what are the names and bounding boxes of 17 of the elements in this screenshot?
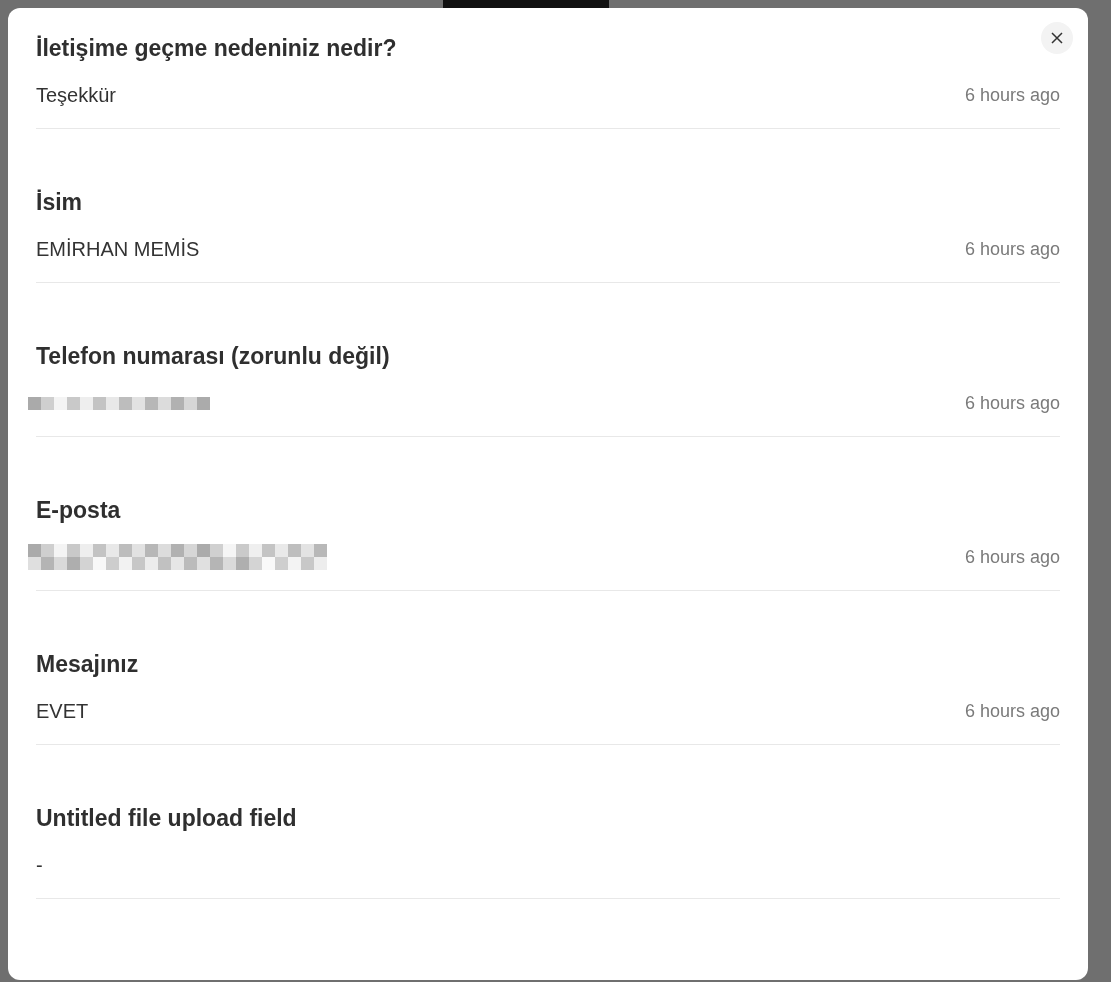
- field-label: Telefon numarası (zorunlu değil): [36, 342, 390, 371]
- close-icon: [1051, 32, 1063, 44]
- timestamp: 6 hours ago: [964, 546, 1060, 568]
- timestamp: 6 hours ago: [964, 392, 1060, 414]
- timestamp: 6 hours ago: [964, 238, 1060, 260]
- close-button[interactable]: [1041, 22, 1073, 54]
- field-value: EVET: [36, 699, 89, 723]
- field-label: İsim: [36, 188, 83, 217]
- field-label: İletişime geçme nedeniniz nedir?: [36, 34, 397, 63]
- field-label: E-posta: [36, 496, 121, 525]
- timestamp: 6 hours ago: [964, 700, 1060, 722]
- field-value: Teşekkür: [36, 83, 117, 107]
- timestamp: 6 hours ago: [964, 84, 1060, 106]
- field-value: EMİRHAN MEMİS: [36, 237, 200, 261]
- field-label: Untitled file upload field: [36, 804, 297, 833]
- field-value: -: [36, 853, 43, 877]
- field-label: Mesajınız: [36, 650, 139, 679]
